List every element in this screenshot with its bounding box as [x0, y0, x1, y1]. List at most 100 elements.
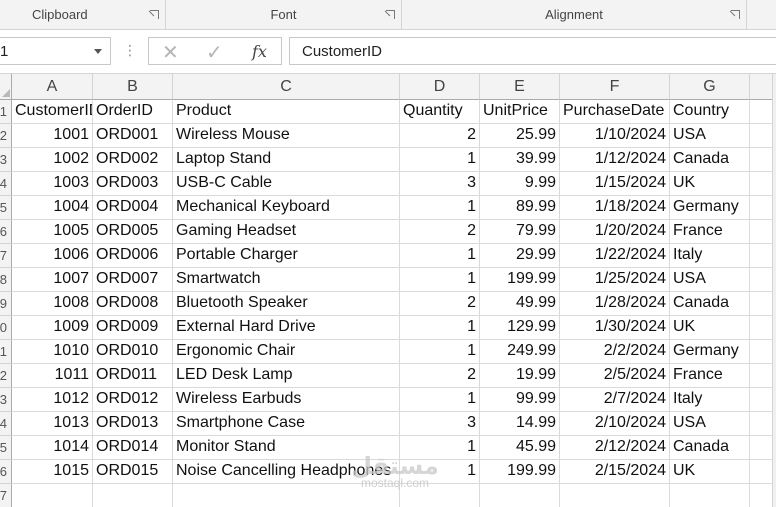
- data-cell[interactable]: USA: [670, 124, 750, 148]
- data-cell[interactable]: UK: [670, 316, 750, 340]
- header-cell[interactable]: Product: [173, 100, 400, 124]
- data-cell[interactable]: LED Desk Lamp: [173, 364, 400, 388]
- data-cell[interactable]: ORD005: [93, 220, 173, 244]
- data-cell[interactable]: Canada: [670, 148, 750, 172]
- column-header-a[interactable]: A: [12, 74, 93, 100]
- header-cell[interactable]: OrderID: [93, 100, 173, 124]
- empty-cell[interactable]: [93, 484, 173, 507]
- data-cell[interactable]: 1/15/2024: [560, 172, 670, 196]
- row-header[interactable]: 4: [0, 172, 12, 196]
- data-cell[interactable]: 2/2/2024: [560, 340, 670, 364]
- header-cell[interactable]: UnitPrice: [480, 100, 560, 124]
- row-header[interactable]: 1: [0, 100, 12, 124]
- row-header[interactable]: 9: [0, 292, 12, 316]
- header-cell[interactable]: PurchaseDate: [560, 100, 670, 124]
- column-header-f[interactable]: F: [560, 74, 670, 100]
- data-cell[interactable]: ORD011: [93, 364, 173, 388]
- data-cell[interactable]: 2/12/2024: [560, 436, 670, 460]
- data-cell[interactable]: 2: [400, 124, 480, 148]
- data-cell[interactable]: 39.99: [480, 148, 560, 172]
- data-cell[interactable]: 1/20/2024: [560, 220, 670, 244]
- row-header[interactable]: 10: [0, 316, 12, 340]
- data-cell[interactable]: Canada: [670, 436, 750, 460]
- data-cell[interactable]: ORD015: [93, 460, 173, 484]
- row-header[interactable]: 15: [0, 436, 12, 460]
- row-header[interactable]: 16: [0, 460, 12, 484]
- data-cell[interactable]: Germany: [670, 196, 750, 220]
- data-cell[interactable]: ORD008: [93, 292, 173, 316]
- empty-cell[interactable]: [480, 484, 560, 507]
- data-cell[interactable]: 1008: [12, 292, 93, 316]
- data-cell[interactable]: 2/15/2024: [560, 460, 670, 484]
- data-cell[interactable]: 1007: [12, 268, 93, 292]
- empty-cell[interactable]: [400, 484, 480, 507]
- data-cell[interactable]: 1010: [12, 340, 93, 364]
- data-cell[interactable]: Italy: [670, 388, 750, 412]
- data-cell[interactable]: 129.99: [480, 316, 560, 340]
- data-cell[interactable]: 14.99: [480, 412, 560, 436]
- row-header[interactable]: 12: [0, 364, 12, 388]
- data-cell[interactable]: 1011: [12, 364, 93, 388]
- data-cell[interactable]: USB-C Cable: [173, 172, 400, 196]
- data-cell[interactable]: France: [670, 220, 750, 244]
- data-cell[interactable]: 1: [400, 340, 480, 364]
- data-cell[interactable]: Monitor Stand: [173, 436, 400, 460]
- data-cell[interactable]: ORD010: [93, 340, 173, 364]
- data-cell[interactable]: ORD012: [93, 388, 173, 412]
- data-cell[interactable]: 1014: [12, 436, 93, 460]
- data-cell[interactable]: 1: [400, 268, 480, 292]
- vertical-scrollbar[interactable]: [772, 74, 776, 507]
- data-cell[interactable]: 1/12/2024: [560, 148, 670, 172]
- formula-bar-grip-icon[interactable]: ⋮: [123, 42, 137, 59]
- data-cell[interactable]: 49.99: [480, 292, 560, 316]
- data-cell[interactable]: Noise Cancelling Headphones: [173, 460, 400, 484]
- data-cell[interactable]: 25.99: [480, 124, 560, 148]
- data-cell[interactable]: Gaming Headset: [173, 220, 400, 244]
- data-cell[interactable]: 1015: [12, 460, 93, 484]
- data-cell[interactable]: 3: [400, 412, 480, 436]
- empty-cell[interactable]: [12, 484, 93, 507]
- column-header-e[interactable]: E: [480, 74, 560, 100]
- data-cell[interactable]: 2/10/2024: [560, 412, 670, 436]
- data-cell[interactable]: 1002: [12, 148, 93, 172]
- data-cell[interactable]: Smartwatch: [173, 268, 400, 292]
- data-cell[interactable]: ORD013: [93, 412, 173, 436]
- row-header[interactable]: 5: [0, 196, 12, 220]
- data-cell[interactable]: External Hard Drive: [173, 316, 400, 340]
- data-cell[interactable]: 1004: [12, 196, 93, 220]
- header-cell[interactable]: CustomerID: [12, 100, 93, 124]
- insert-function-icon[interactable]: fx: [252, 42, 267, 61]
- data-cell[interactable]: USA: [670, 268, 750, 292]
- cancel-icon[interactable]: ✕: [162, 40, 179, 65]
- enter-check-icon[interactable]: ✓: [206, 40, 223, 65]
- data-cell[interactable]: 9.99: [480, 172, 560, 196]
- data-cell[interactable]: 2: [400, 220, 480, 244]
- data-cell[interactable]: Wireless Earbuds: [173, 388, 400, 412]
- data-cell[interactable]: 1009: [12, 316, 93, 340]
- data-cell[interactable]: ORD009: [93, 316, 173, 340]
- data-cell[interactable]: 1/25/2024: [560, 268, 670, 292]
- data-cell[interactable]: Italy: [670, 244, 750, 268]
- row-header[interactable]: 2: [0, 124, 12, 148]
- data-cell[interactable]: USA: [670, 412, 750, 436]
- data-cell[interactable]: 99.99: [480, 388, 560, 412]
- data-cell[interactable]: 1: [400, 196, 480, 220]
- data-cell[interactable]: 1/18/2024: [560, 196, 670, 220]
- column-header-c[interactable]: C: [173, 74, 400, 100]
- data-cell[interactable]: 199.99: [480, 460, 560, 484]
- column-header-g[interactable]: G: [670, 74, 750, 100]
- row-header[interactable]: 13: [0, 388, 12, 412]
- font-dialog-launcher-icon[interactable]: [386, 10, 395, 19]
- data-cell[interactable]: Laptop Stand: [173, 148, 400, 172]
- row-header[interactable]: 14: [0, 412, 12, 436]
- empty-cell[interactable]: [560, 484, 670, 507]
- data-cell[interactable]: 1: [400, 316, 480, 340]
- formula-input[interactable]: CustomerID: [289, 37, 776, 65]
- clipboard-dialog-launcher-icon[interactable]: [150, 10, 159, 19]
- data-cell[interactable]: 1/30/2024: [560, 316, 670, 340]
- data-cell[interactable]: 1005: [12, 220, 93, 244]
- empty-cell[interactable]: [173, 484, 400, 507]
- data-cell[interactable]: France: [670, 364, 750, 388]
- name-box[interactable]: 1: [0, 37, 111, 65]
- data-cell[interactable]: 1012: [12, 388, 93, 412]
